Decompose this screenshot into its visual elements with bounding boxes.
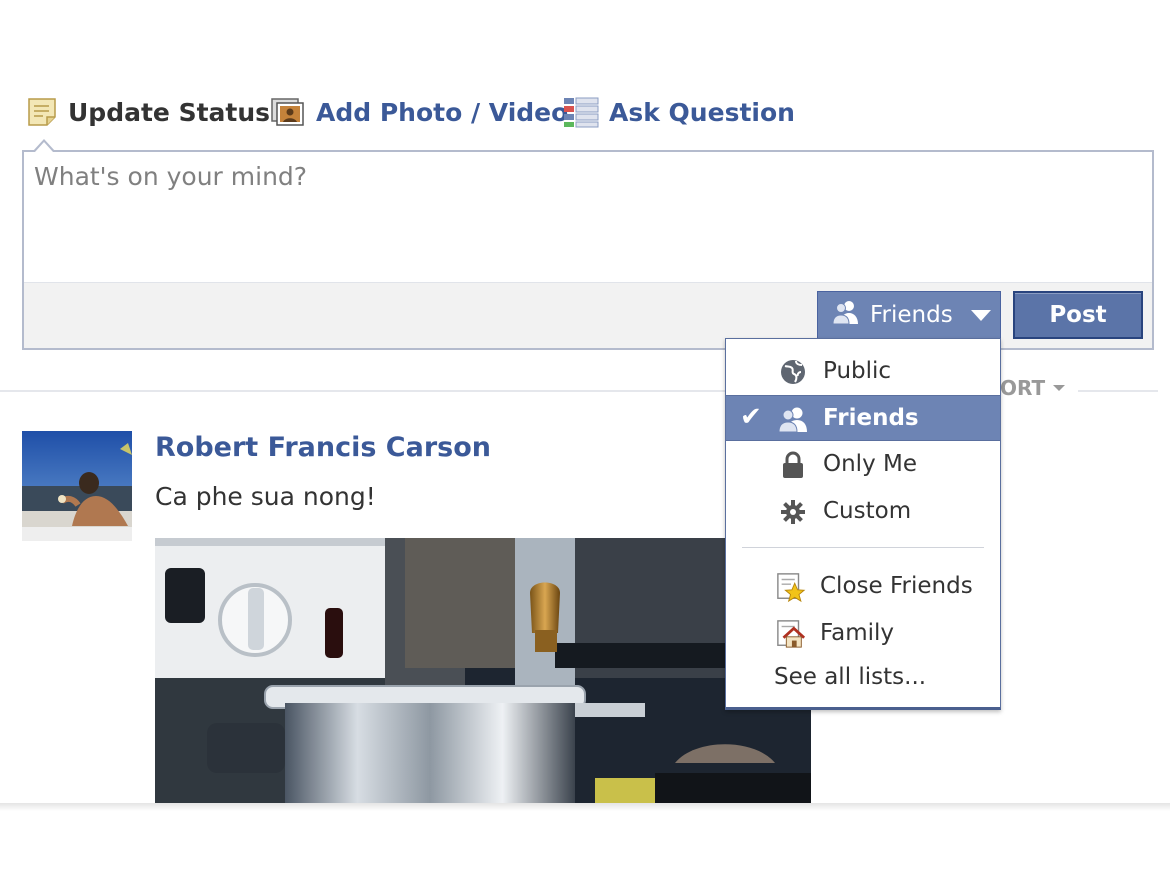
privacy-option-custom[interactable]: Custom (726, 489, 1000, 535)
privacy-list-label: Close Friends (820, 573, 973, 599)
see-all-lists-label: See all lists... (774, 664, 927, 690)
photo-video-icon (270, 96, 306, 128)
privacy-option-friends[interactable]: ✔ Friends (726, 395, 1000, 441)
friends-icon (832, 299, 860, 331)
page-bottom-edge (0, 803, 1170, 811)
feed-divider (0, 390, 726, 392)
status-note-icon (26, 96, 58, 128)
chevron-down-icon (970, 309, 991, 321)
close-friends-star-icon (776, 572, 806, 603)
audience-selector-button[interactable]: Friends (817, 291, 1001, 339)
active-tab-pointer-fill (35, 142, 53, 152)
privacy-list-close-friends[interactable]: Close Friends (726, 564, 1000, 610)
tab-label: Ask Question (609, 97, 795, 127)
gear-icon (778, 497, 808, 527)
see-all-lists-link[interactable]: See all lists... (726, 655, 1000, 701)
tab-label: Update Status (68, 97, 271, 127)
tab-update-status[interactable]: Update Status (26, 94, 270, 130)
friends-icon (778, 404, 808, 434)
post-button[interactable]: Post (1013, 291, 1143, 339)
privacy-list-family[interactable]: Family (726, 611, 1000, 657)
privacy-dropdown-menu: Public ✔ Friends Only Me Custom Close Fr… (725, 338, 1001, 710)
family-house-icon (776, 619, 806, 649)
privacy-option-label: Custom (823, 498, 912, 524)
privacy-option-only-me[interactable]: Only Me (726, 442, 1000, 488)
avatar[interactable] (22, 431, 132, 541)
story-message: Ca phe sua nong! (155, 482, 376, 511)
chevron-down-icon (1053, 385, 1066, 391)
status-input[interactable] (34, 162, 1134, 272)
privacy-option-label: Public (823, 358, 892, 384)
tab-label: Add Photo / Video (316, 97, 569, 127)
privacy-option-label: Friends (823, 405, 919, 431)
sort-label: ORT (1000, 376, 1046, 400)
story-photo[interactable] (155, 538, 811, 803)
sort-control[interactable]: ORT (1000, 376, 1066, 400)
privacy-option-public[interactable]: Public (726, 349, 1000, 395)
privacy-option-label: Only Me (823, 451, 917, 477)
tab-ask-question[interactable]: Ask Question (563, 94, 795, 130)
menu-separator (742, 547, 984, 548)
question-list-icon (563, 96, 599, 128)
privacy-list-label: Family (820, 620, 895, 646)
checkmark-icon: ✔ (740, 402, 762, 432)
globe-icon (778, 357, 808, 387)
feed-divider-right (1078, 390, 1158, 392)
audience-label: Friends (870, 302, 953, 328)
story-author-link[interactable]: Robert Francis Carson (155, 432, 491, 463)
tab-add-photo-video[interactable]: Add Photo / Video (270, 94, 568, 130)
lock-icon (778, 450, 808, 480)
